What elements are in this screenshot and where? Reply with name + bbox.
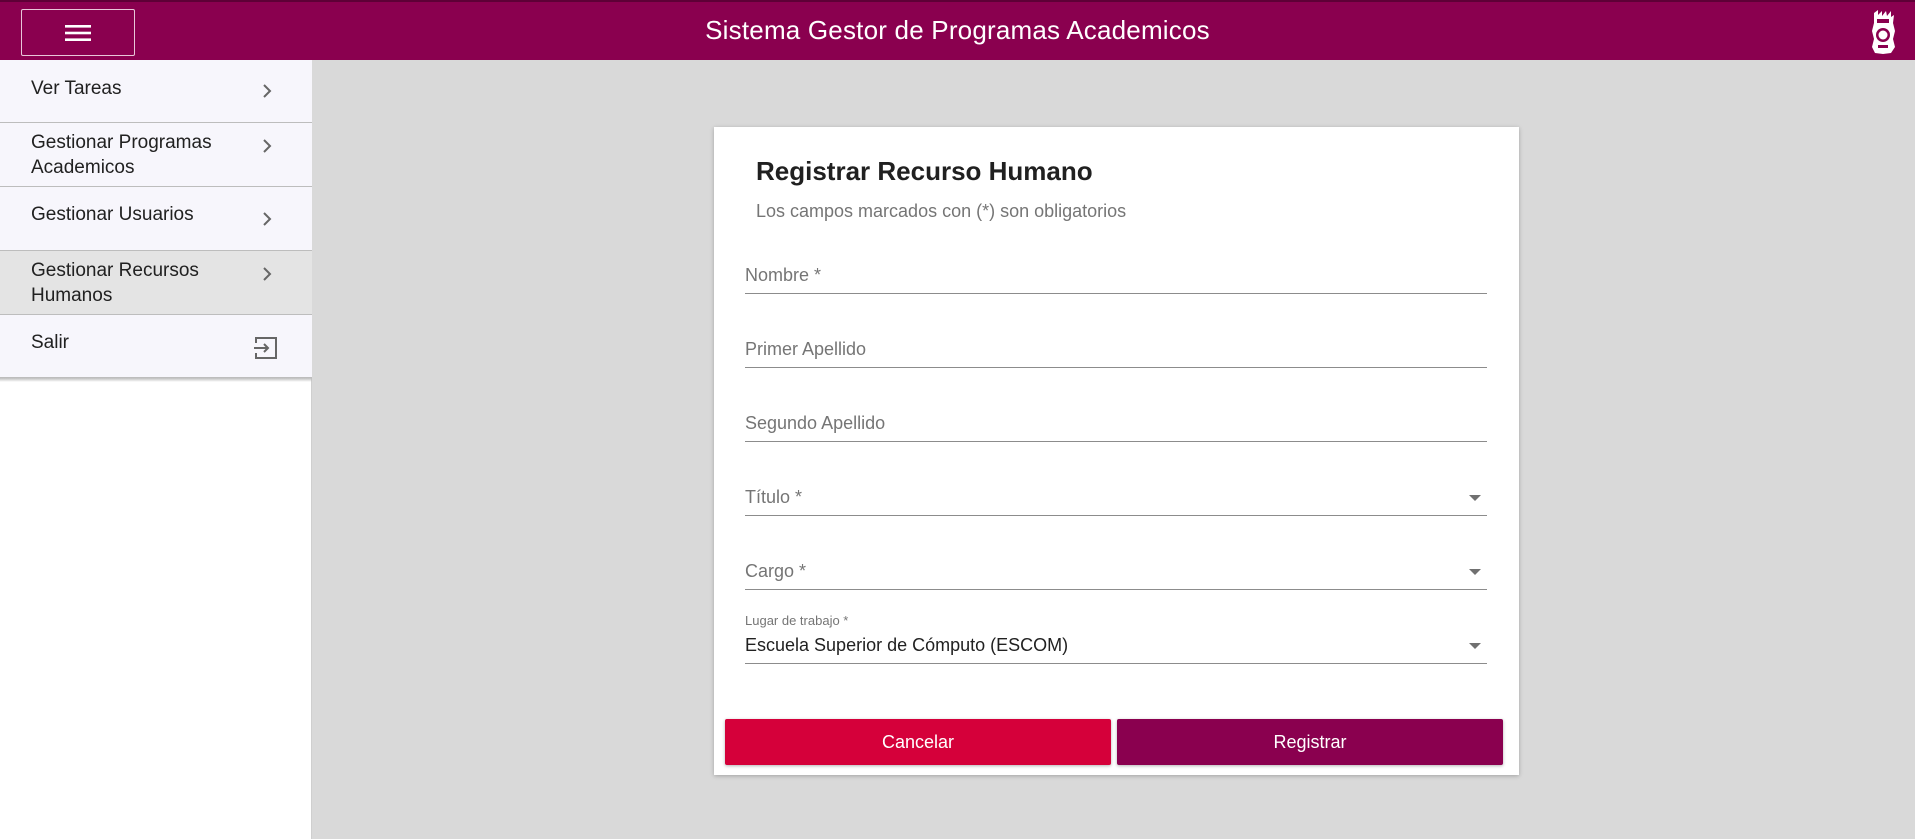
cargo-placeholder: Cargo * (745, 561, 807, 581)
lugar-trabajo-value: Escuela Superior de Cómputo (ESCOM) (745, 635, 1069, 655)
sidebar-item-label: Ver Tareas (31, 78, 122, 99)
chevron-down-icon (1469, 643, 1481, 649)
sidebar-item-label: Salir (31, 332, 70, 353)
lugar-trabajo-select[interactable]: Lugar de trabajo * Escuela Superior de C… (745, 613, 1487, 664)
app-title: Sistema Gestor de Programas Academicos (705, 15, 1210, 45)
chevron-right-icon (263, 139, 272, 153)
sidebar-item-gestionar-recursos-humanos[interactable]: Gestionar Recursos Humanos (0, 251, 312, 315)
form-title: Registrar Recurso Humano (756, 156, 1093, 186)
sidebar-nav: Ver Tareas Gestionar Programas Academico… (0, 60, 312, 839)
exit-icon (254, 337, 277, 359)
sidebar-item-ver-tareas[interactable]: Ver Tareas (0, 60, 312, 123)
chevron-right-icon (263, 212, 272, 226)
chevron-right-icon (263, 84, 272, 98)
chevron-right-icon (263, 267, 272, 281)
primer-apellido-field[interactable]: Primer Apellido (745, 337, 1487, 368)
nombre-placeholder: Nombre * (745, 265, 822, 285)
cargo-select[interactable]: Cargo * (745, 559, 1487, 590)
sidebar-item-gestionar-programas[interactable]: Gestionar Programas Academicos (0, 123, 312, 187)
titulo-select[interactable]: Título * (745, 485, 1487, 516)
lugar-trabajo-label: Lugar de trabajo * (745, 613, 849, 628)
segundo-apellido-placeholder: Segundo Apellido (745, 413, 886, 433)
sidebar-item-label: Gestionar Recursos Humanos (31, 260, 199, 306)
nombre-field[interactable]: Nombre * (745, 263, 1487, 294)
chevron-down-icon (1469, 569, 1481, 575)
institution-logo-icon (1872, 10, 1895, 54)
segundo-apellido-field[interactable]: Segundo Apellido (745, 411, 1487, 442)
sidebar-divider-shadow (0, 378, 312, 382)
sidebar-item-salir[interactable]: Salir (0, 315, 312, 378)
cancel-button[interactable]: Cancelar (725, 719, 1111, 765)
sidebar-item-gestionar-usuarios[interactable]: Gestionar Usuarios (0, 187, 312, 251)
sidebar-item-label: Gestionar Programas Academicos (31, 132, 212, 178)
titulo-placeholder: Título * (745, 487, 803, 507)
register-button[interactable]: Registrar (1117, 719, 1503, 765)
sidebar-item-label: Gestionar Usuarios (31, 204, 194, 225)
primer-apellido-placeholder: Primer Apellido (745, 339, 867, 359)
top-app-bar: Sistema Gestor de Programas Academicos (0, 0, 1915, 60)
form-subtitle: Los campos marcados con (*) son obligato… (756, 201, 1127, 221)
chevron-down-icon (1469, 495, 1481, 501)
register-form-card: Registrar Recurso Humano Los campos marc… (714, 127, 1519, 775)
